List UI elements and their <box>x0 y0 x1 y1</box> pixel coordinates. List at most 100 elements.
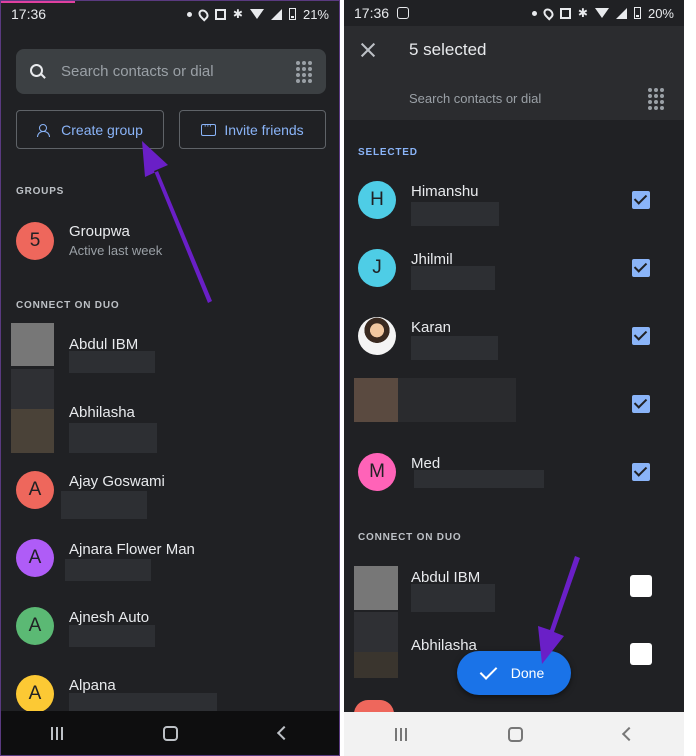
home-icon[interactable] <box>507 726 523 742</box>
selected-contact-row[interactable]: M Med <box>344 438 684 506</box>
battery-percent: 21% <box>302 6 329 22</box>
done-label: Done <box>510 665 545 681</box>
contact-photo <box>358 317 396 355</box>
connect-on-duo-header: CONNECT ON DUO <box>358 532 462 543</box>
contact-checkbox[interactable] <box>632 327 650 345</box>
contact-checkbox[interactable] <box>632 395 650 413</box>
check-icon <box>479 661 498 680</box>
redacted-number <box>69 625 155 647</box>
contact-avatar: M <box>358 453 396 491</box>
contact-row[interactable]: A Ajnesh Auto <box>1 597 339 665</box>
contact-checkbox[interactable] <box>632 463 650 481</box>
contact-avatar: J <box>358 249 396 287</box>
redacted-number <box>414 470 544 488</box>
wifi-icon <box>249 9 264 19</box>
contact-photo <box>11 409 54 453</box>
notification-dot-icon <box>531 10 537 16</box>
invite-friends-button[interactable]: Invite friends <box>179 110 326 149</box>
status-time: 17:36 <box>11 6 47 22</box>
contact-name: Ajnesh Auto <box>69 609 150 626</box>
recent-apps-icon[interactable] <box>51 726 64 740</box>
selection-toolbar: 5 selected Search contacts or dial <box>344 26 684 120</box>
redacted-number <box>411 266 495 290</box>
contact-row[interactable]: A Ajay Goswami <box>1 461 339 529</box>
create-group-label: Create group <box>61 121 143 138</box>
battery-icon <box>288 8 296 20</box>
nfc-icon <box>559 7 571 19</box>
selected-contact-row[interactable]: J Jhilmil <box>344 234 684 302</box>
contact-photo <box>354 652 398 678</box>
groups-header: GROUPS <box>16 186 65 197</box>
redacted-number <box>65 559 151 581</box>
right-screen: 17:36 ✱ 20% 5 selected Search contacts o… <box>344 0 684 756</box>
navigation-bar <box>344 712 684 756</box>
recent-apps-icon[interactable] <box>394 727 407 741</box>
connect-on-duo-header: CONNECT ON DUO <box>16 300 120 311</box>
message-icon <box>201 120 217 136</box>
group-item[interactable]: 5 Groupwa Active last week <box>1 206 339 274</box>
contact-avatar: A <box>16 675 54 713</box>
location-icon <box>196 6 211 22</box>
contact-row[interactable]: A Ajnara Flower Man <box>1 529 339 597</box>
contact-name: Karan <box>411 319 452 336</box>
search-input[interactable]: Search contacts or dial <box>61 63 214 80</box>
location-icon <box>541 5 556 21</box>
group-icon <box>37 123 53 137</box>
search-bar[interactable]: Search contacts or dial <box>16 49 326 94</box>
contact-name: Alpana <box>69 677 116 694</box>
redacted-contact <box>398 378 516 422</box>
signal-icon <box>615 7 627 19</box>
status-bar: 17:36 ✱ 20% <box>344 0 684 26</box>
navigation-bar <box>1 711 339 755</box>
invite-friends-label: Invite friends <box>224 121 304 138</box>
bluetooth-icon: ✱ <box>577 6 588 20</box>
selected-header: SELECTED <box>358 147 418 158</box>
contact-checkbox[interactable] <box>630 643 652 665</box>
contact-name: Ajay Goswami <box>69 473 165 490</box>
group-status: Active last week <box>69 243 163 258</box>
dialpad-icon[interactable] <box>648 88 664 110</box>
selected-contact-row[interactable]: Karan <box>344 302 684 370</box>
contact-checkbox[interactable] <box>630 575 652 597</box>
battery-percent: 20% <box>647 5 674 21</box>
notification-dot-icon <box>186 11 192 17</box>
nfc-icon <box>214 8 226 20</box>
create-group-button[interactable]: Create group <box>16 110 164 149</box>
instagram-icon <box>397 7 410 19</box>
contact-photo <box>354 378 398 422</box>
group-name: Groupwa <box>69 223 130 240</box>
status-bar: 17:36 ✱ 21% <box>1 1 339 27</box>
back-icon[interactable] <box>276 725 291 741</box>
contact-checkbox[interactable] <box>632 259 650 277</box>
contact-avatar: A <box>16 471 54 509</box>
contact-avatar: H <box>358 181 396 219</box>
contact-name: Abhilasha <box>69 404 135 421</box>
signal-icon <box>270 8 282 20</box>
contact-name: Ajnara Flower Man <box>69 541 195 558</box>
contact-checkbox[interactable] <box>632 191 650 209</box>
done-button[interactable]: Done <box>457 651 571 695</box>
bluetooth-icon: ✱ <box>232 7 243 21</box>
status-time: 17:36 <box>354 5 390 21</box>
contact-photo <box>11 369 54 409</box>
search-input[interactable]: Search contacts or dial <box>409 91 541 106</box>
redacted-number <box>61 491 147 519</box>
contact-avatar: A <box>16 539 54 577</box>
redacted-number <box>411 584 495 612</box>
contact-row[interactable]: Abhilasha <box>1 369 339 453</box>
dialpad-icon[interactable] <box>296 60 312 83</box>
redacted-number <box>411 336 498 360</box>
contact-name: Abhilasha <box>411 637 477 654</box>
home-icon[interactable] <box>163 725 179 741</box>
contact-photo <box>354 566 398 610</box>
back-icon[interactable] <box>621 726 636 742</box>
selected-contact-row[interactable]: H Himanshu <box>344 166 684 234</box>
group-avatar: 5 <box>16 222 54 260</box>
close-icon[interactable] <box>360 42 376 58</box>
battery-icon <box>633 7 641 19</box>
contact-photo <box>354 612 398 652</box>
selected-contact-row[interactable] <box>344 370 684 438</box>
redacted-number <box>411 202 499 226</box>
contact-name: Himanshu <box>411 183 479 200</box>
wifi-icon <box>594 8 609 18</box>
